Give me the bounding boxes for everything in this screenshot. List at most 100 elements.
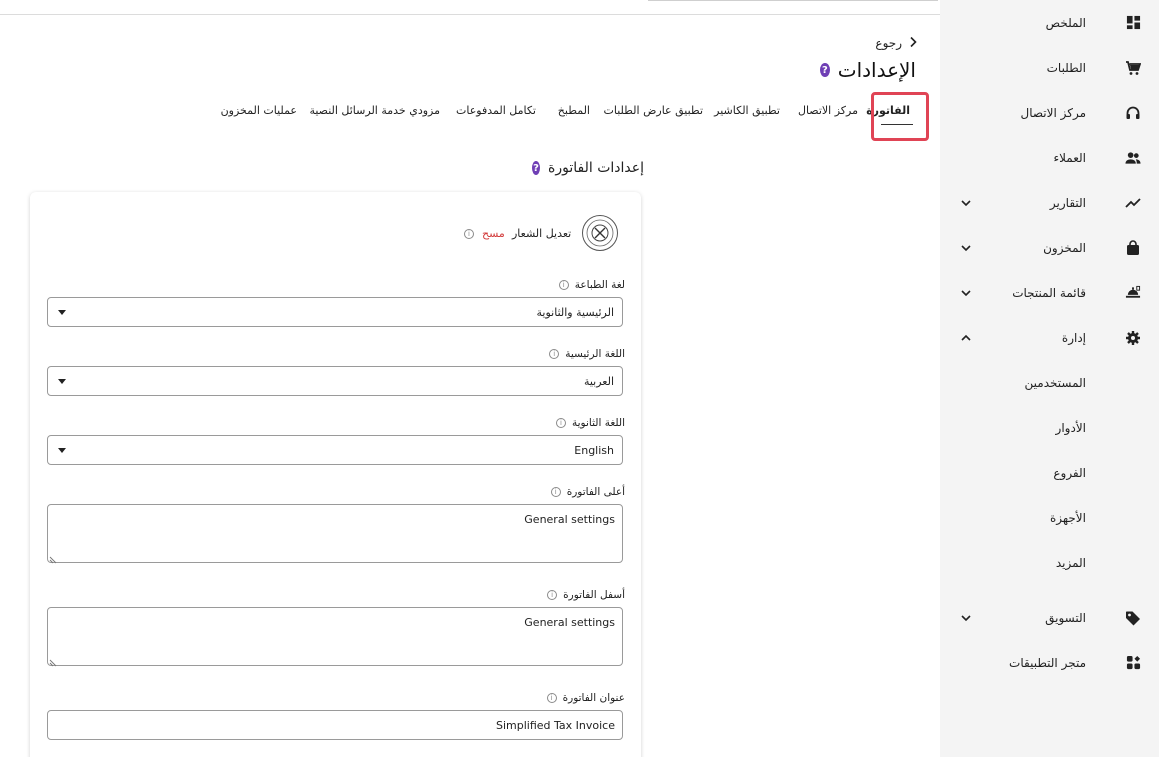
header-divider xyxy=(0,14,940,15)
restaurant-logo[interactable] xyxy=(582,215,618,251)
sidebar-subitem-users[interactable]: المستخدمين xyxy=(940,360,1159,405)
select-value: English xyxy=(574,444,614,457)
section-title: إعدادات الفاتورة ? xyxy=(532,158,644,178)
tab-payment-integration[interactable]: تكامل المدفوعات xyxy=(456,104,536,117)
caret-down-icon xyxy=(58,310,66,315)
field-label-text: اللغة الرئيسية xyxy=(565,348,625,360)
tab-cashier-app[interactable]: تطبيق الكاشير xyxy=(714,104,780,117)
sidebar-item-menu[interactable]: قائمة المنتجات xyxy=(940,270,1159,315)
field-label-text: لغة الطباعة xyxy=(574,279,625,291)
headset-icon xyxy=(1125,105,1141,121)
tag-icon xyxy=(1125,610,1141,626)
invoice-footer-textarea[interactable]: General settings xyxy=(47,607,623,667)
back-link[interactable]: رجوع xyxy=(868,34,918,52)
tab-inventory-operations[interactable]: عمليات المخزون xyxy=(221,104,297,117)
chevron-down-icon[interactable] xyxy=(960,612,972,624)
invoice-footer-label: أسفل الفاتورة i xyxy=(547,589,625,601)
primary-language-select[interactable]: العربية xyxy=(47,366,623,396)
field-label-text: اللغة الثانوية xyxy=(571,417,625,429)
page-title: الإعدادات ? xyxy=(820,56,916,84)
invoice-header-textarea[interactable]: General settings xyxy=(47,504,623,564)
invoice-header-label: أعلى الفاتورة i xyxy=(550,486,625,498)
sidebar-item-inventory[interactable]: المخزون xyxy=(940,225,1159,270)
sidebar-item-orders[interactable]: الطلبات xyxy=(940,45,1159,90)
resize-handle-icon[interactable] xyxy=(49,553,57,564)
active-tab-highlight xyxy=(871,92,929,141)
cart-icon xyxy=(1125,60,1141,76)
print-language-label: لغة الطباعة i xyxy=(558,279,625,291)
sidebar-subitem-label: المستخدمين xyxy=(1024,375,1086,390)
secondary-language-select[interactable]: English xyxy=(47,435,623,465)
sidebar: الملخص الطلبات مركز الاتصال العملاء التق… xyxy=(940,0,1159,757)
tab-kitchen[interactable]: المطبخ xyxy=(558,104,590,117)
gear-icon xyxy=(1125,330,1141,346)
sidebar-subitem-label: الفروع xyxy=(1053,465,1086,480)
sidebar-item-label: إدارة xyxy=(1061,330,1086,345)
tab-order-viewer-app[interactable]: تطبيق عارض الطلبات xyxy=(603,104,703,117)
chevron-down-icon[interactable] xyxy=(960,242,972,254)
sidebar-item-label: الطلبات xyxy=(1046,60,1086,75)
chevron-down-icon[interactable] xyxy=(960,197,972,209)
info-icon[interactable]: i xyxy=(555,418,566,428)
sidebar-subitem-roles[interactable]: الأدوار xyxy=(940,405,1159,450)
section-title-text: إعدادات الفاتورة xyxy=(548,160,644,176)
tab-call-center[interactable]: مركز الاتصال xyxy=(798,104,858,117)
info-icon[interactable]: i xyxy=(546,693,557,703)
caret-down-icon xyxy=(58,448,66,453)
secondary-language-label: اللغة الثانوية i xyxy=(555,417,625,429)
page-title-text: الإعدادات xyxy=(837,58,916,82)
sidebar-item-call-center[interactable]: مركز الاتصال xyxy=(940,90,1159,135)
back-link-label: رجوع xyxy=(875,36,902,50)
sidebar-item-marketing[interactable]: التسويق xyxy=(940,595,1159,640)
sidebar-item-label: متجر التطبيقات xyxy=(1009,655,1086,670)
sidebar-item-reports[interactable]: التقارير xyxy=(940,180,1159,225)
info-icon[interactable]: i xyxy=(547,590,558,600)
sidebar-item-dashboard[interactable]: الملخص xyxy=(940,0,1159,45)
food-menu-icon xyxy=(1125,285,1141,301)
sidebar-item-label: مركز الاتصال xyxy=(1020,105,1087,120)
sidebar-item-label: الملخص xyxy=(1045,15,1086,30)
sidebar-item-customers[interactable]: العملاء xyxy=(940,135,1159,180)
chart-line-icon xyxy=(1125,195,1141,211)
info-icon[interactable]: i xyxy=(464,229,474,239)
info-icon[interactable]: i xyxy=(558,280,569,290)
users-icon xyxy=(1125,150,1141,166)
chevron-down-icon[interactable] xyxy=(960,287,972,299)
sidebar-item-app-store[interactable]: متجر التطبيقات xyxy=(940,640,1159,685)
print-language-select[interactable]: الرئيسية والثانوية xyxy=(47,297,623,327)
sidebar-item-label: التسويق xyxy=(1045,610,1086,625)
sidebar-item-label: العملاء xyxy=(1053,150,1086,165)
dashboard-icon xyxy=(1125,15,1141,31)
chevron-up-icon[interactable] xyxy=(960,332,972,344)
sidebar-item-label: المخزون xyxy=(1043,240,1086,255)
bag-icon xyxy=(1125,239,1141,256)
tab-sms-providers[interactable]: مزودي خدمة الرسائل النصية xyxy=(309,104,440,117)
invoice-title-input[interactable]: Simplified Tax Invoice xyxy=(47,710,623,740)
invoice-settings-card xyxy=(30,192,641,757)
sidebar-subitem-branches[interactable]: الفروع xyxy=(940,450,1159,495)
field-label-text: أعلى الفاتورة xyxy=(566,486,625,498)
help-icon[interactable]: ? xyxy=(532,161,541,175)
select-value: العربية xyxy=(583,375,614,388)
invoice-title-label: عنوان الفاتورة i xyxy=(546,692,625,704)
field-label-text: عنوان الفاتورة xyxy=(562,692,625,704)
sidebar-item-label: التقارير xyxy=(1049,195,1086,210)
chevron-right-icon xyxy=(908,36,918,51)
primary-language-label: اللغة الرئيسية i xyxy=(549,348,625,360)
sidebar-subitem-label: المزيد xyxy=(1055,555,1086,570)
settings-tabs: الفاتورة مركز الاتصال تطبيق الكاشير تطبي… xyxy=(220,96,925,136)
delete-logo-link[interactable]: مسح xyxy=(482,227,505,240)
sidebar-subitem-devices[interactable]: الأجهزة xyxy=(940,495,1159,540)
info-icon[interactable]: i xyxy=(550,487,561,497)
sidebar-subitem-label: الأجهزة xyxy=(1049,510,1086,525)
resize-handle-icon[interactable] xyxy=(49,656,57,667)
search-bar-edge xyxy=(648,0,938,1)
sidebar-subitem-more[interactable]: المزيد xyxy=(940,540,1159,585)
help-icon[interactable]: ? xyxy=(820,63,830,77)
textarea-value: General settings xyxy=(524,616,615,629)
sidebar-subitem-label: الأدوار xyxy=(1055,420,1086,435)
info-icon[interactable]: i xyxy=(549,349,560,359)
sidebar-item-manage[interactable]: إدارة xyxy=(940,315,1159,360)
edit-logo-label[interactable]: تعديل الشعار xyxy=(512,227,571,240)
sidebar-item-label: قائمة المنتجات xyxy=(1012,285,1086,300)
